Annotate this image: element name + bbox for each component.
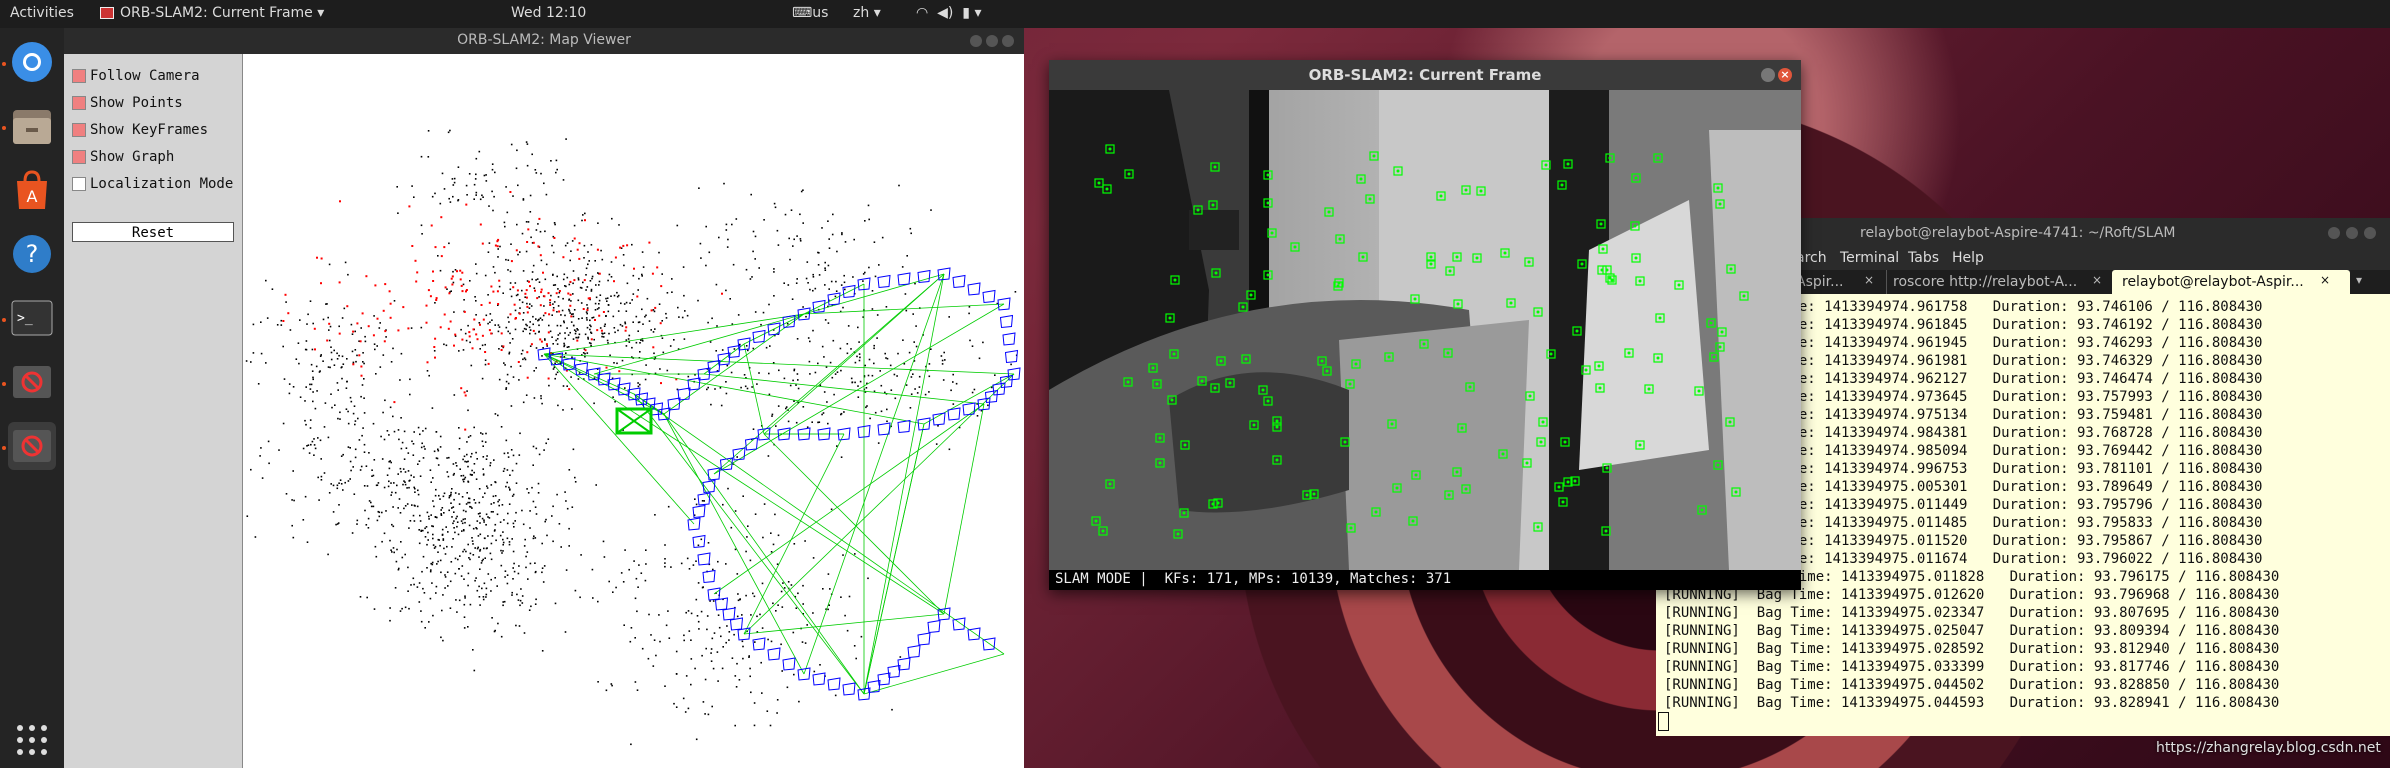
battery-icon: ▮: [962, 5, 970, 21]
map-points-black: [245, 129, 1018, 746]
maximize-button[interactable]: [986, 35, 998, 47]
software-center-icon[interactable]: A: [8, 166, 56, 214]
show-points-checkbox[interactable]: Show Points: [72, 95, 183, 111]
terminal-icon[interactable]: >_: [8, 294, 56, 342]
current-frame-titlebar[interactable]: ORB-SLAM2: Current Frame ×: [1049, 60, 1801, 90]
current-frame-window: ORB-SLAM2: Current Frame × SLAM MODE | K…: [1049, 60, 1801, 590]
close-button[interactable]: [2364, 227, 2376, 239]
options-panel: Follow Camera Show Points Show KeyFrames…: [64, 54, 243, 768]
system-menu[interactable]: ◠ ◀) ▮ ▾: [916, 5, 981, 21]
keyboard-icon: ⌨: [792, 5, 813, 21]
terminal-line: [RUNNING] Bag Time: 1413394975.044593 Du…: [1664, 695, 2280, 711]
checkbox-icon: [72, 123, 86, 137]
app-menu-label: ORB-SLAM2: Current Frame: [120, 5, 313, 21]
show-keyframes-checkbox[interactable]: Show KeyFrames: [72, 122, 208, 138]
minimize-button[interactable]: [1761, 68, 1775, 82]
tab-label: Aspir...: [1796, 274, 1844, 290]
checkbox-icon: [72, 150, 86, 164]
checkbox-label: Show KeyFrames: [90, 122, 209, 138]
slam-status-text: SLAM MODE | KFs: 171, MPs: 10139, Matche…: [1055, 571, 1452, 587]
svg-text:?: ?: [26, 240, 39, 268]
maximize-button[interactable]: [2346, 227, 2358, 239]
chevron-down-icon: ▾: [873, 5, 881, 21]
tab-roscore[interactable]: roscore http://relaybot-A...: [1886, 270, 2089, 294]
map-points-red: [282, 191, 723, 431]
menu-tabs[interactable]: Tabs: [1908, 250, 1939, 266]
terminal-line: [RUNNING] Bag Time: 1413394975.023347 Du…: [1664, 605, 2280, 621]
svg-text:>_: >_: [17, 311, 33, 326]
checkbox-label: Localization Mode: [90, 176, 234, 192]
dock: A ? >_: [0, 28, 64, 768]
svg-text:A: A: [27, 187, 38, 206]
minimize-button[interactable]: [970, 35, 982, 47]
current-frame-title: ORB-SLAM2: Current Frame: [1308, 66, 1542, 84]
help-icon[interactable]: ?: [8, 230, 56, 278]
clock[interactable]: Wed 12:10: [511, 5, 586, 21]
slam-status-bar: SLAM MODE | KFs: 171, MPs: 10139, Matche…: [1049, 570, 1801, 590]
running-indicator: [2, 318, 6, 322]
new-tab-icon[interactable]: ▾: [2356, 273, 2362, 287]
volume-icon: ◀): [937, 5, 954, 21]
files-icon[interactable]: [8, 102, 56, 150]
checkbox-label: Follow Camera: [90, 68, 200, 84]
app-menu[interactable]: ORB-SLAM2: Current Frame ▾: [100, 5, 324, 21]
covisibility-graph: [543, 273, 1015, 695]
chevron-down-icon: ▾: [974, 5, 982, 21]
tab-label: relaybot@relaybot-Aspir...: [2122, 274, 2304, 290]
localization-mode-checkbox[interactable]: Localization Mode: [72, 176, 233, 192]
chevron-down-icon: ▾: [317, 5, 325, 21]
running-indicator: [2, 126, 6, 130]
chromium-icon[interactable]: [8, 38, 56, 86]
terminal-title: relaybot@relaybot-Aspire-4741: ~/Roft/SL…: [1860, 225, 2176, 241]
map-viewer-window: ORB-SLAM2: Map Viewer Follow Camera Show…: [64, 28, 1024, 768]
map-viewer-title: ORB-SLAM2: Map Viewer: [457, 32, 631, 48]
terminal-cursor: [1658, 712, 1669, 731]
follow-camera-checkbox[interactable]: Follow Camera: [72, 68, 200, 84]
language-label: zh: [853, 5, 870, 21]
map-3d-view[interactable]: [244, 54, 1024, 768]
terminal-line: [RUNNING] Bag Time: 1413394975.033399 Du…: [1664, 659, 2280, 675]
close-icon[interactable]: ×: [2092, 273, 2102, 287]
checkbox-icon: [72, 177, 86, 191]
checkbox-icon: [72, 69, 86, 83]
slam-app-icon[interactable]: [8, 358, 56, 406]
slam-app-icon-2[interactable]: [8, 422, 56, 470]
terminal-line: [RUNNING] Bag Time: 1413394975.025047 Du…: [1664, 623, 2280, 639]
watermark: https://zhangrelay.blog.csdn.net: [2156, 740, 2381, 756]
camera-frame-view: [1049, 90, 1801, 570]
tab-1[interactable]: Aspir...: [1796, 270, 1846, 294]
tab-label: roscore http://relaybot-A...: [1893, 274, 2078, 290]
checkbox-icon: [72, 96, 86, 110]
reset-button[interactable]: Reset: [72, 222, 234, 242]
input-method-label: us: [812, 5, 829, 21]
top-bar: Activities ORB-SLAM2: Current Frame ▾ We…: [0, 0, 2390, 28]
close-button[interactable]: ×: [1778, 68, 1792, 82]
keyboard-indicator[interactable]: ⌨us: [792, 5, 828, 21]
minimize-button[interactable]: [2328, 227, 2340, 239]
running-indicator: [2, 382, 6, 386]
menu-terminal[interactable]: Terminal: [1840, 250, 1899, 266]
close-button[interactable]: [1002, 35, 1014, 47]
close-icon[interactable]: ×: [2320, 273, 2330, 287]
wifi-icon: ◠: [916, 5, 929, 21]
close-icon[interactable]: ×: [1864, 273, 1874, 287]
language-indicator[interactable]: zh ▾: [853, 5, 881, 21]
checkbox-label: Show Points: [90, 95, 183, 111]
keyframes: [537, 267, 1021, 701]
running-indicator: [2, 62, 6, 66]
running-indicator: [2, 446, 6, 450]
terminal-line: [RUNNING] Bag Time: 1413394975.044502 Du…: [1664, 677, 2280, 693]
checkbox-label: Show Graph: [90, 149, 175, 165]
map-viewer-titlebar[interactable]: ORB-SLAM2: Map Viewer: [64, 28, 1024, 54]
show-graph-checkbox[interactable]: Show Graph: [72, 149, 174, 165]
app-menu-icon: [100, 7, 114, 19]
terminal-line: [RUNNING] Bag Time: 1413394975.028592 Du…: [1664, 641, 2280, 657]
menu-help[interactable]: Help: [1952, 250, 1984, 266]
activities-button[interactable]: Activities: [10, 5, 74, 21]
show-applications-icon[interactable]: [8, 716, 56, 764]
tab-active[interactable]: relaybot@relaybot-Aspir...: [2112, 270, 2350, 294]
